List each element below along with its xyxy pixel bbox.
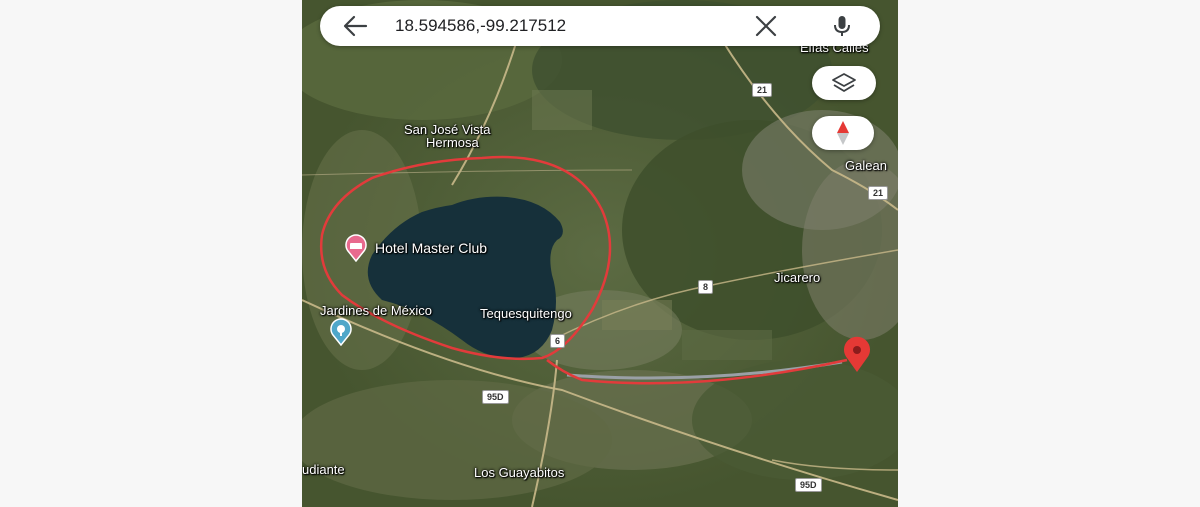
road-shield-6: 6 xyxy=(550,334,566,348)
close-icon[interactable] xyxy=(754,15,778,37)
microphone-icon[interactable] xyxy=(830,14,854,38)
place-label-hotel[interactable]: Hotel Master Club xyxy=(375,241,487,255)
place-label-jicarero[interactable]: Jicarero xyxy=(774,271,820,285)
search-bar[interactable]: 18.594586,-99.217512 xyxy=(320,6,880,46)
place-label-san-jose-line2[interactable]: Hermosa xyxy=(426,136,479,150)
road-shield-21-top: 21 xyxy=(752,83,773,97)
layers-button[interactable] xyxy=(812,66,876,100)
compass-icon xyxy=(837,121,849,145)
satellite-map[interactable]: San José Vista Hermosa Elías Calles Gale… xyxy=(302,0,898,507)
hotel-pin-icon[interactable] xyxy=(342,234,370,267)
road-shield-21-right: 21 xyxy=(868,186,889,200)
road-shield-95d-right: 95D xyxy=(795,478,822,492)
place-label-galeana[interactable]: Galean xyxy=(845,159,887,173)
red-map-pin-icon[interactable] xyxy=(838,336,876,379)
place-label-estudiante[interactable]: udiante xyxy=(302,463,345,477)
place-label-jardines[interactable]: Jardines de México xyxy=(320,304,432,318)
place-label-guayabitos[interactable]: Los Guayabitos xyxy=(474,466,564,480)
place-label-tequesquitengo[interactable]: Tequesquitengo xyxy=(480,307,572,321)
arrow-left-icon[interactable] xyxy=(342,14,368,38)
road-shield-8: 8 xyxy=(698,280,714,294)
park-pin-icon[interactable] xyxy=(327,318,355,351)
compass-button[interactable] xyxy=(812,116,874,150)
search-query-text[interactable]: 18.594586,-99.217512 xyxy=(395,16,566,36)
road-shield-95d-left: 95D xyxy=(482,390,509,404)
layers-icon xyxy=(832,73,856,92)
